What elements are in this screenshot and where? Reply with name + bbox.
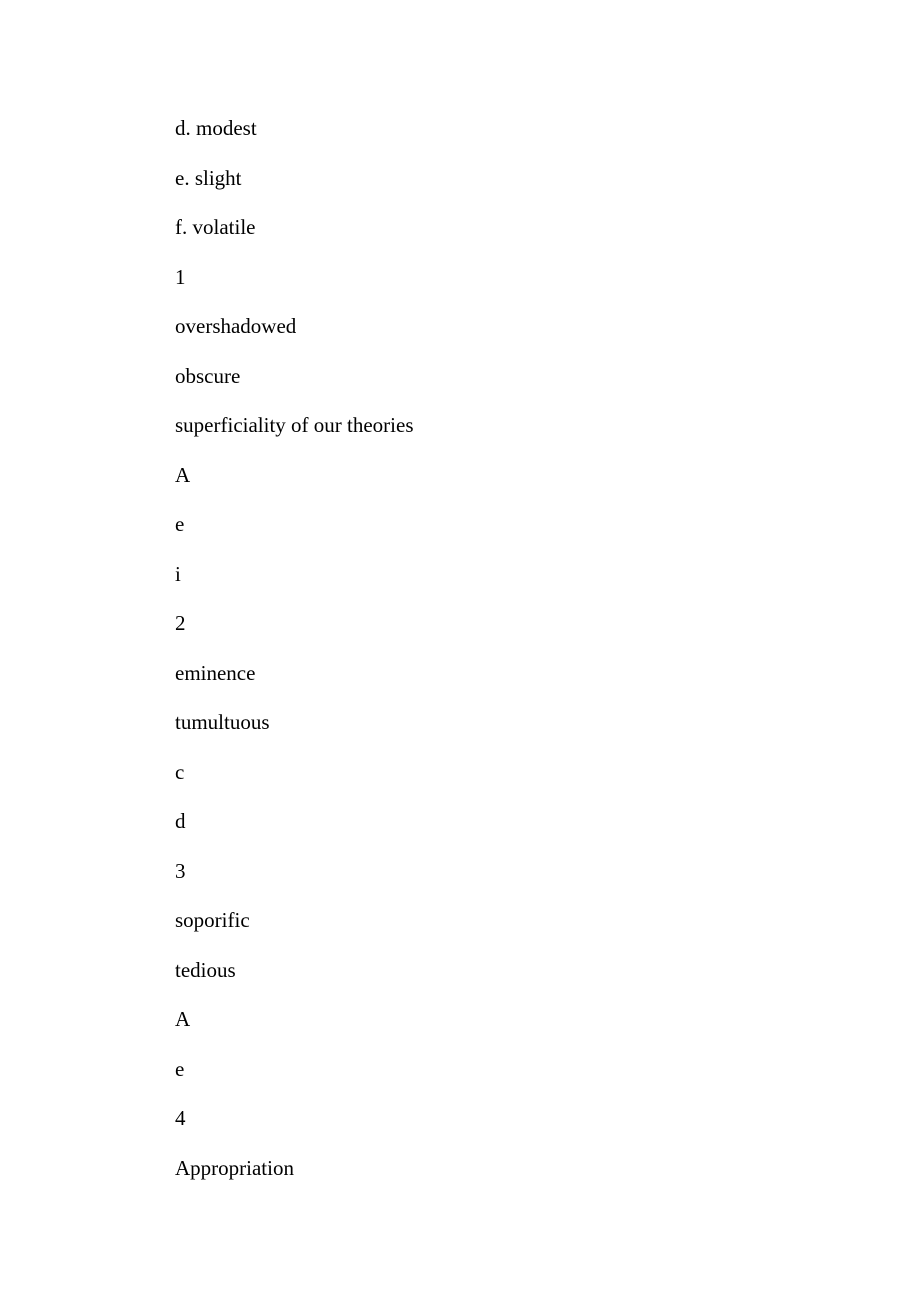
text-line: eminence — [175, 663, 920, 684]
text-line: 3 — [175, 861, 920, 882]
text-line: e — [175, 1059, 920, 1080]
text-line: overshadowed — [175, 316, 920, 337]
text-line: 1 — [175, 267, 920, 288]
text-line: A — [175, 465, 920, 486]
text-line: Appropriation — [175, 1158, 920, 1179]
text-line: tedious — [175, 960, 920, 981]
text-line: c — [175, 762, 920, 783]
text-line: d — [175, 811, 920, 832]
text-line: soporific — [175, 910, 920, 931]
text-line: A — [175, 1009, 920, 1030]
document-content: d. modest e. slight f. volatile 1 oversh… — [0, 0, 920, 1179]
text-line: 4 — [175, 1108, 920, 1129]
text-line: i — [175, 564, 920, 585]
text-line: obscure — [175, 366, 920, 387]
text-line: f. volatile — [175, 217, 920, 238]
text-line: superficiality of our theories — [175, 415, 920, 436]
text-line: 2 — [175, 613, 920, 634]
text-line: d. modest — [175, 118, 920, 139]
text-line: e — [175, 514, 920, 535]
text-line: e. slight — [175, 168, 920, 189]
text-line: tumultuous — [175, 712, 920, 733]
